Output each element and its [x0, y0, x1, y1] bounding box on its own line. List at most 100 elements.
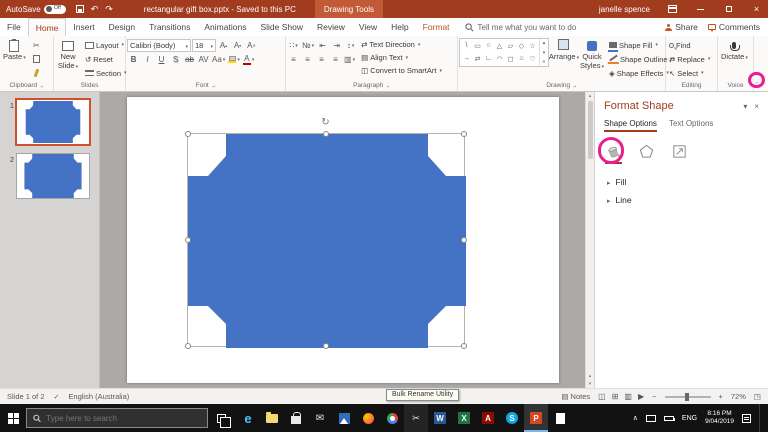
size-properties-button[interactable]: [671, 143, 688, 162]
font-color-button[interactable]: A: [242, 53, 256, 66]
save-icon[interactable]: [76, 5, 84, 13]
shape-selection-box[interactable]: ↻: [187, 133, 465, 347]
vertical-scrollbar[interactable]: ▴ ▴▾: [585, 92, 594, 388]
change-case-button[interactable]: Aa: [211, 53, 226, 66]
taskbar-app-firefox[interactable]: [356, 404, 380, 432]
slide-indicator[interactable]: Slide 1 of 2: [7, 392, 45, 401]
shape-triangle-icon[interactable]: △: [497, 42, 502, 50]
clipboard-dialog-launcher[interactable]: [40, 82, 44, 89]
next-slide-button[interactable]: ▾: [589, 381, 592, 387]
character-spacing-button[interactable]: AV: [197, 53, 210, 66]
slide-show-button[interactable]: ▶: [638, 392, 644, 401]
tab-help[interactable]: Help: [384, 18, 415, 36]
tab-shape-options[interactable]: Shape Options: [604, 119, 657, 132]
slide-editing-area[interactable]: ↻: [100, 92, 585, 388]
find-button[interactable]: Find: [667, 39, 712, 52]
align-right-button[interactable]: ≡: [315, 53, 328, 66]
share-button[interactable]: Share: [665, 22, 698, 32]
gallery-down-button[interactable]: ▾: [543, 50, 546, 56]
taskbar-app-file-explorer[interactable]: [260, 404, 284, 432]
shape-effects-button[interactable]: ◈Shape Effects: [607, 67, 675, 80]
text-highlight-button[interactable]: [227, 53, 241, 66]
restore-button[interactable]: [717, 0, 740, 18]
increase-indent-button[interactable]: ⇥: [330, 39, 343, 52]
taskbar-clock[interactable]: 8:16 PM 9/04/2019: [705, 410, 734, 426]
clear-formatting-button[interactable]: A: [245, 39, 258, 52]
shapes-gallery[interactable]: \ ▭ ○ △ ▱ ◇ ☆ → ⇄ ∟ ◠ ◻ ⌂ ♡: [459, 38, 549, 67]
zoom-slider-thumb[interactable]: [685, 393, 689, 401]
ribbon-display-options-button[interactable]: [661, 0, 684, 18]
close-button[interactable]: ×: [745, 0, 768, 18]
slide-1-thumbnail[interactable]: [17, 100, 89, 144]
shape-angle-icon[interactable]: ∟: [485, 55, 492, 62]
resize-handle-w[interactable]: [185, 237, 191, 243]
strikethrough-button[interactable]: ab: [183, 53, 196, 66]
taskbar-app-skype[interactable]: S: [500, 404, 524, 432]
font-dialog-launcher[interactable]: [212, 82, 216, 89]
zoom-slider[interactable]: [665, 396, 711, 398]
align-left-button[interactable]: ≡: [287, 53, 300, 66]
shape-line-icon[interactable]: \: [466, 42, 468, 49]
paste-button[interactable]: Paste: [1, 38, 28, 80]
taskbar-app-edge[interactable]: e: [236, 404, 260, 432]
tab-design[interactable]: Design: [102, 18, 142, 36]
zoom-level[interactable]: 72%: [731, 392, 746, 401]
numbering-button[interactable]: №: [301, 39, 315, 52]
justify-button[interactable]: ≡: [329, 53, 342, 66]
drawing-dialog-launcher[interactable]: [573, 82, 577, 89]
shape-parallelogram-icon[interactable]: ▱: [508, 42, 513, 50]
taskbar-app-powerpoint[interactable]: P: [524, 404, 548, 432]
decrease-indent-button[interactable]: ⇤: [316, 39, 329, 52]
shape-rectangle-icon[interactable]: ▭: [474, 42, 481, 50]
shape-fill-button[interactable]: Shape Fill: [607, 39, 675, 52]
shape-house-icon[interactable]: ⌂: [519, 55, 523, 62]
tab-view[interactable]: View: [352, 18, 384, 36]
slide-2-row[interactable]: 2: [0, 154, 99, 208]
taskbar-app-photos[interactable]: [332, 404, 356, 432]
resize-handle-n[interactable]: [323, 131, 329, 137]
slide-1-row[interactable]: 1: [0, 100, 99, 154]
scrollbar-thumb[interactable]: [588, 101, 593, 159]
reset-button[interactable]: ↺Reset: [83, 53, 129, 66]
line-section-header[interactable]: Line: [595, 188, 768, 206]
keyboard-language[interactable]: ENG: [682, 415, 697, 422]
tab-animations[interactable]: Animations: [197, 18, 253, 36]
user-name[interactable]: janelle spence: [599, 5, 650, 14]
drawing-tools-tab-group[interactable]: Drawing Tools: [315, 0, 383, 18]
comments-button[interactable]: Comments: [708, 22, 760, 32]
autosave-toggle[interactable]: AutoSave Off: [6, 5, 66, 14]
tab-file[interactable]: File: [0, 18, 28, 36]
resize-handle-ne[interactable]: [461, 131, 467, 137]
taskbar-app-chrome[interactable]: [380, 404, 404, 432]
font-size-select[interactable]: 18: [192, 39, 216, 52]
resize-handle-nw[interactable]: [185, 131, 191, 137]
taskbar-app-snipping-tool[interactable]: ✂: [404, 404, 428, 432]
resize-handle-s[interactable]: [323, 343, 329, 349]
shape-oval-icon[interactable]: ○: [486, 42, 490, 49]
slide-2-thumbnail[interactable]: [17, 154, 89, 198]
autosave-switch[interactable]: Off: [44, 5, 66, 14]
italic-button[interactable]: I: [141, 53, 154, 66]
tab-text-options[interactable]: Text Options: [669, 119, 713, 132]
hidden-icons-button[interactable]: ∧: [633, 414, 638, 422]
minimize-button[interactable]: [689, 0, 712, 18]
shape-arc-icon[interactable]: ◠: [496, 55, 502, 63]
bold-button[interactable]: B: [127, 53, 140, 66]
shape-heart-icon[interactable]: ♡: [529, 55, 535, 63]
quick-styles-button[interactable]: Quick Styles: [579, 38, 605, 80]
shape-outline-button[interactable]: Shape Outline: [607, 53, 675, 66]
language-indicator[interactable]: English (Australia): [68, 392, 129, 401]
tab-transitions[interactable]: Transitions: [142, 18, 197, 36]
spellcheck-icon[interactable]: ✓: [54, 393, 60, 401]
slide-sorter-view-button[interactable]: ⊞: [612, 392, 619, 401]
new-slide-button[interactable]: New Slide: [55, 38, 81, 80]
align-text-button[interactable]: ▤Align Text: [359, 51, 444, 64]
arrange-button[interactable]: Arrange: [551, 38, 577, 80]
taskbar-app-acrobat[interactable]: A: [476, 404, 500, 432]
format-shape-dialog-launcher[interactable]: [755, 76, 759, 85]
replace-button[interactable]: ⇄Replace: [667, 53, 712, 66]
start-button[interactable]: [0, 404, 26, 432]
taskbar-app-excel[interactable]: X: [452, 404, 476, 432]
action-center-icon[interactable]: [742, 414, 751, 423]
pane-close-button[interactable]: ×: [754, 102, 759, 111]
